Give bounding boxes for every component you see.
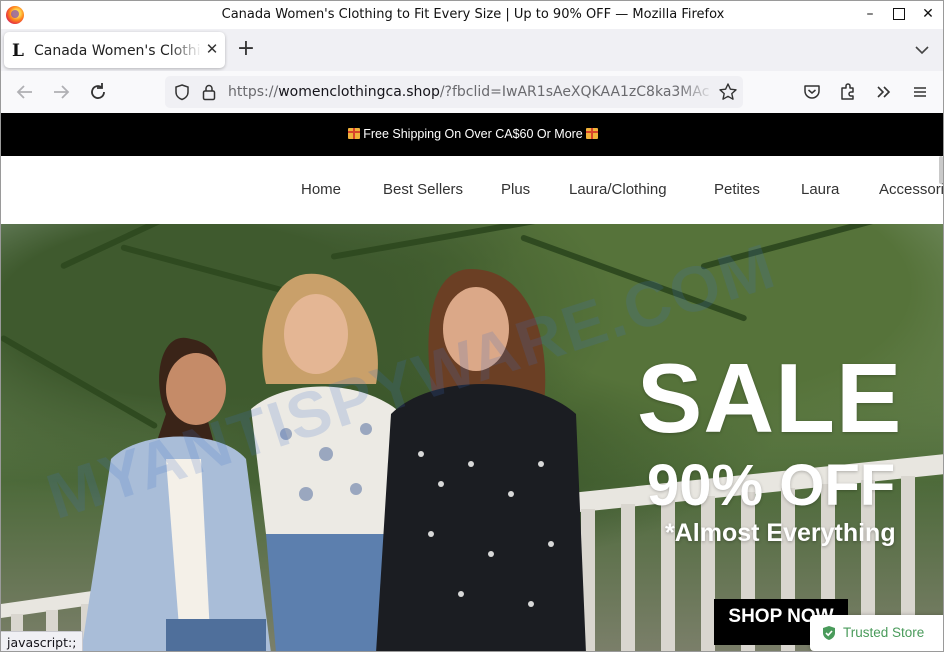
trusted-store-label: Trusted Store: [843, 625, 925, 640]
nav-item-best-sellers[interactable]: Best Sellers: [383, 181, 463, 198]
gift-icon: [586, 128, 599, 139]
new-tab-button[interactable]: +: [234, 38, 258, 62]
nav-item-accessories[interactable]: Accessories: [879, 181, 943, 198]
tab-close-button[interactable]: ✕: [203, 40, 221, 58]
url-text[interactable]: https://womenclothingca.shop/?fbclid=IwA…: [228, 84, 716, 100]
tab-active[interactable]: L Canada Women's Clothing to Fit Every S…: [4, 32, 225, 68]
extensions-icon[interactable]: [837, 81, 859, 103]
maximize-icon: [893, 8, 905, 20]
url-prefix: https://: [228, 84, 279, 100]
announcement-bar: Free Shipping On Over CA$60 Or More: [1, 113, 943, 156]
back-icon[interactable]: [13, 80, 37, 104]
nav-item-laura-clothing[interactable]: Laura/Clothing: [569, 181, 667, 198]
nav-item-laura[interactable]: Laura: [801, 181, 839, 198]
hero-discount-heading: 90% OFF: [647, 453, 896, 518]
nav-item-plus[interactable]: Plus: [501, 181, 530, 198]
bookmark-star-icon[interactable]: [718, 82, 738, 102]
hero-banner[interactable]: MYANTISPYWARE.COM SALE 90% OFF *Almost E…: [1, 224, 943, 651]
lock-icon[interactable]: [201, 83, 217, 101]
shield-check-icon: [823, 626, 835, 640]
palm-frond: [330, 224, 549, 260]
pocket-icon[interactable]: [801, 81, 823, 103]
tab-title: Canada Women's Clothing to Fit Every Siz…: [34, 43, 202, 59]
navigation-bar: https://womenclothingca.shop/?fbclid=IwA…: [1, 71, 943, 114]
page-scrollbar[interactable]: [939, 156, 943, 184]
url-domain: womenclothingca.shop: [278, 84, 440, 100]
browser-window: Canada Women's Clothing to Fit Every Siz…: [0, 0, 944, 652]
reload-icon[interactable]: [86, 80, 110, 104]
list-all-tabs-icon[interactable]: [912, 40, 932, 60]
url-bar[interactable]: https://womenclothingca.shop/?fbclid=IwA…: [165, 76, 743, 108]
overflow-menu-icon[interactable]: [872, 81, 894, 103]
nav-item-petites[interactable]: Petites: [714, 181, 760, 198]
title-bar: Canada Women's Clothing to Fit Every Siz…: [1, 1, 943, 30]
tab-favicon: L: [12, 41, 24, 61]
url-suffix: /?fbclid=IwAR1sAeXQKAA1zC8ka3MAc: [439, 84, 710, 100]
minimize-button[interactable]: –: [855, 3, 885, 25]
announcement-text: Free Shipping On Over CA$60 Or More: [363, 127, 583, 141]
hero-sale-heading: SALE: [637, 343, 903, 453]
window-title: Canada Women's Clothing to Fit Every Siz…: [221, 7, 725, 22]
tab-strip: L Canada Women's Clothing to Fit Every S…: [1, 29, 943, 71]
nav-item-home[interactable]: Home: [301, 181, 341, 198]
close-window-button[interactable]: ✕: [913, 3, 943, 25]
hamburger-menu-icon[interactable]: [909, 81, 931, 103]
maximize-button[interactable]: [884, 3, 914, 25]
gift-icon: [347, 128, 360, 139]
hero-subtitle: *Almost Everything: [665, 519, 896, 547]
tracking-protection-shield-icon[interactable]: [173, 83, 191, 101]
forward-icon[interactable]: [49, 80, 73, 104]
site-navigation: Home Best Sellers Plus Laura/Clothing Pe…: [1, 156, 943, 224]
status-bar: javascript:;: [1, 631, 84, 651]
web-page: Free Shipping On Over CA$60 Or More Home…: [1, 113, 943, 651]
trusted-store-badge[interactable]: Trusted Store: [810, 615, 943, 651]
